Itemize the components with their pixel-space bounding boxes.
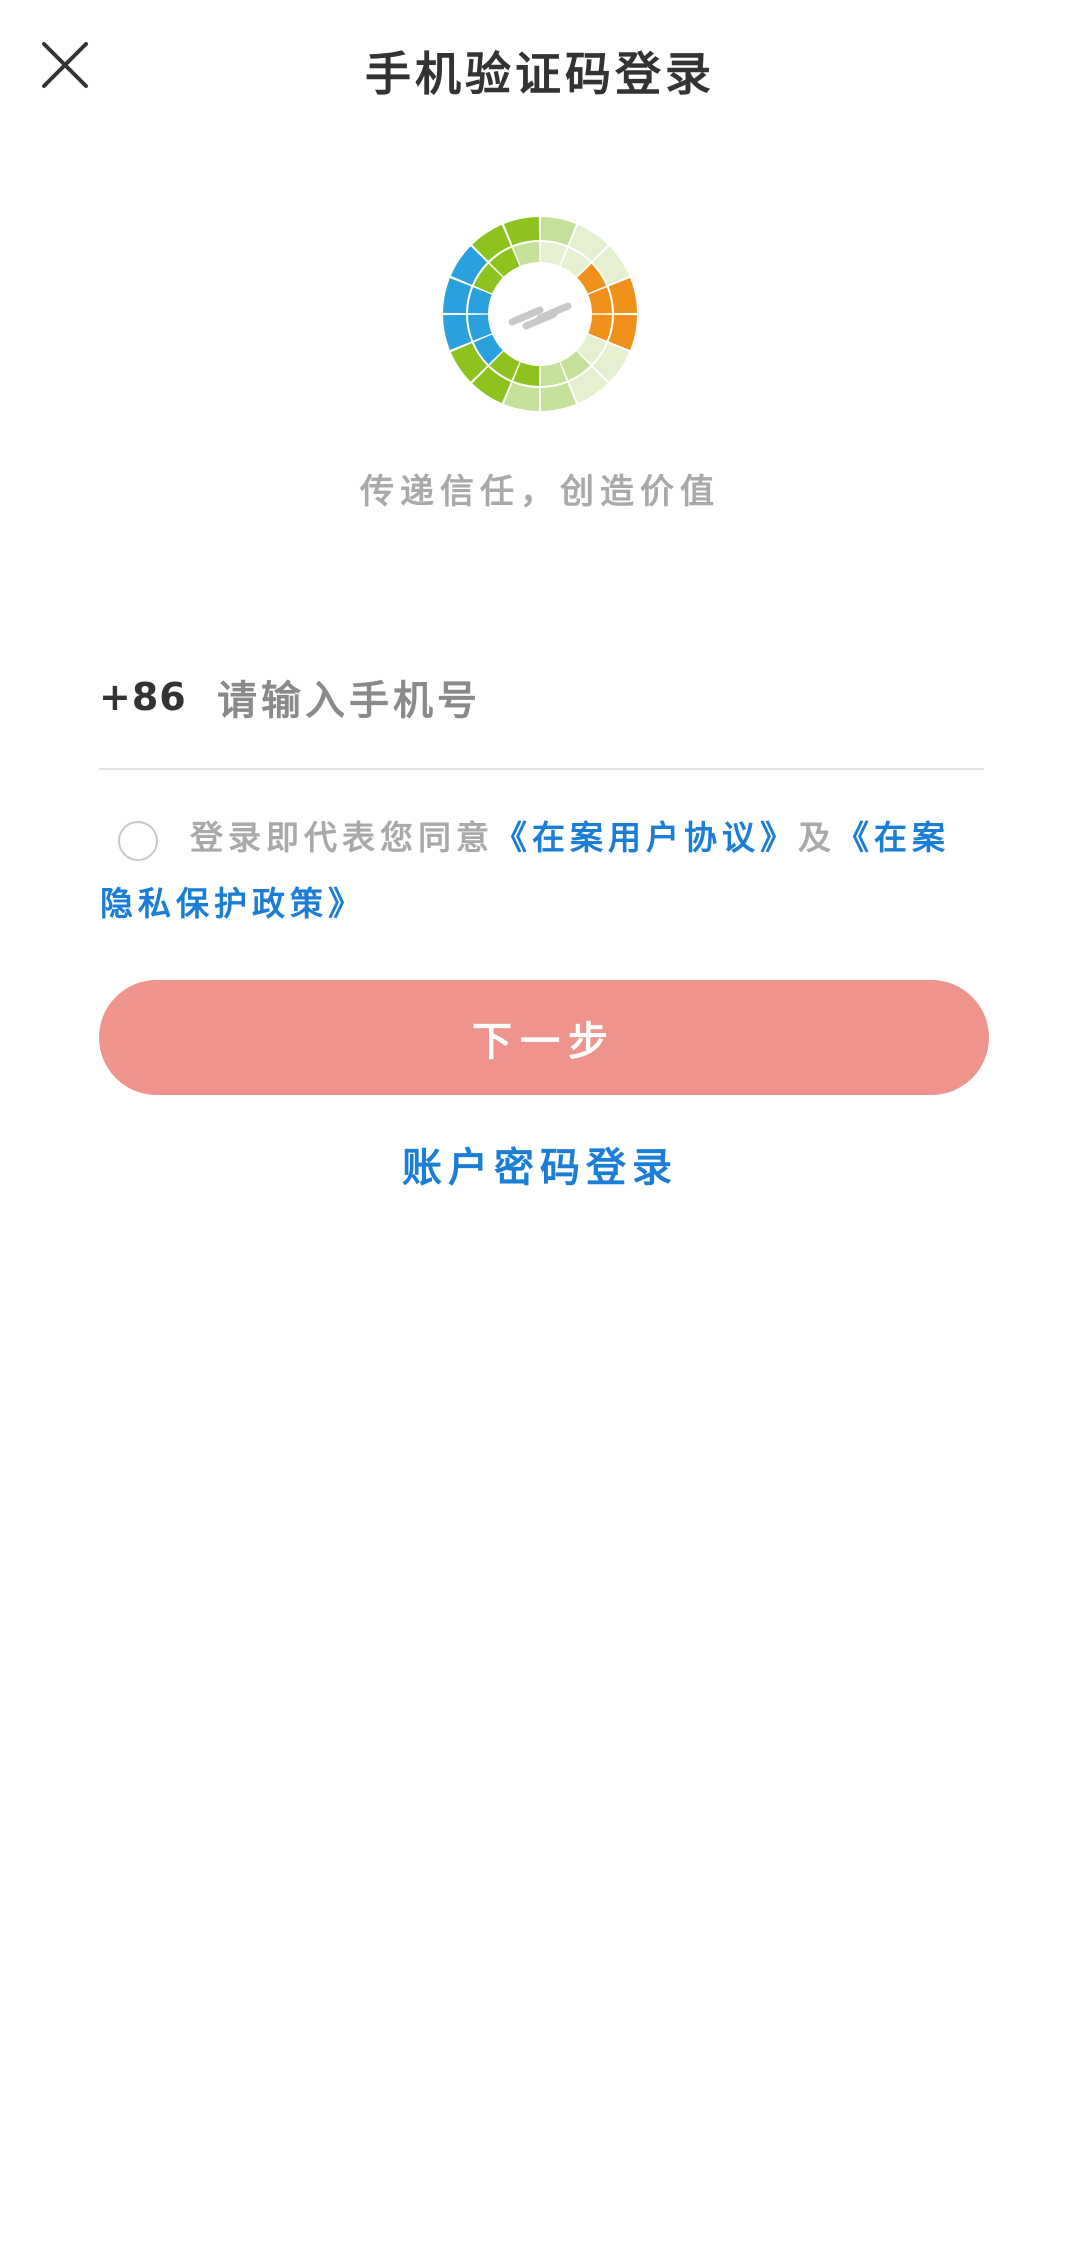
logo-segment (540, 217, 577, 246)
logo-segment (608, 277, 637, 314)
login-page: 手机验证码登录 传递信任，创造价值 +86 登录即代表您同意《在案用户协议》及《… (0, 0, 1080, 2247)
user-agreement-link[interactable]: 《在案用户协议》 (494, 818, 798, 857)
agreement-row: 登录即代表您同意《在案用户协议》及《在案隐私保护政策》 (100, 805, 980, 937)
agree-checkbox[interactable] (118, 821, 158, 861)
logo-segment (503, 217, 540, 246)
logo-segment (443, 277, 472, 314)
agreement-conjunction: 及 (798, 818, 836, 857)
phone-field: +86 (99, 655, 984, 770)
logo-segment (540, 382, 577, 411)
slogan: 传递信任，创造价值 (360, 472, 720, 512)
next-button[interactable]: 下一步 (99, 980, 989, 1095)
ring-logo-icon (440, 214, 640, 414)
agreement-prefix: 登录即代表您同意 (190, 818, 494, 857)
logo-segment (443, 314, 472, 351)
page-title: 手机验证码登录 (365, 47, 715, 101)
logo-segment (503, 382, 540, 411)
header: 手机验证码登录 (0, 0, 1080, 140)
phone-input[interactable] (217, 665, 957, 735)
country-code[interactable]: +86 (99, 675, 187, 719)
logo-segment (608, 314, 637, 351)
password-login-link[interactable]: 账户密码登录 (0, 1135, 1080, 1193)
